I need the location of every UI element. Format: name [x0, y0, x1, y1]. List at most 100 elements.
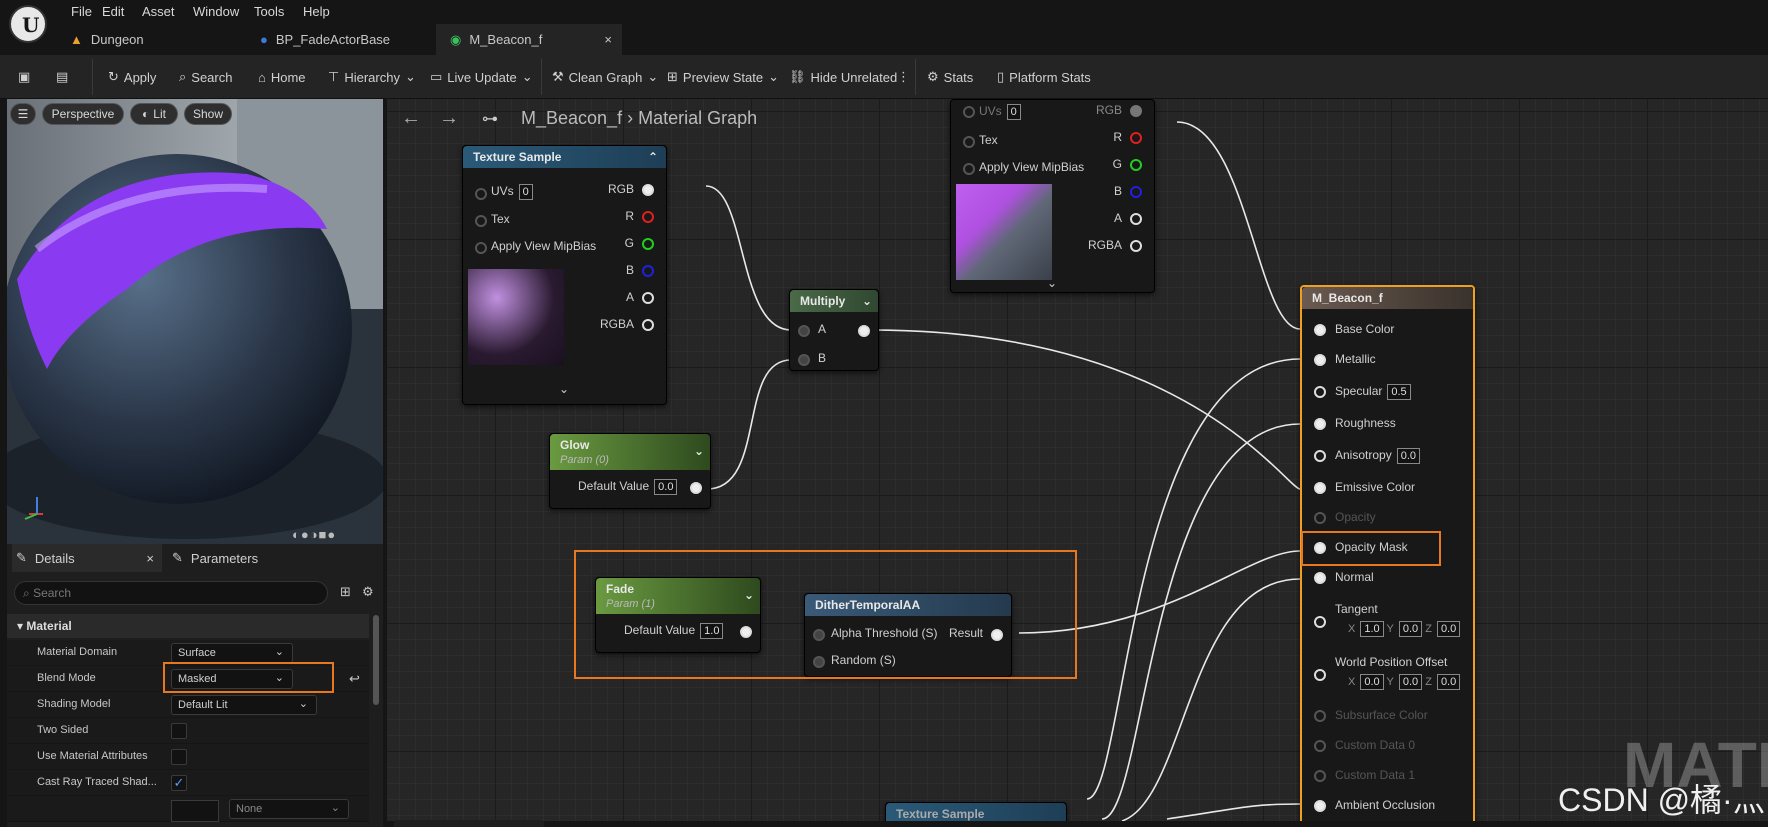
uvs-pin[interactable] [963, 106, 975, 118]
menu-file[interactable]: File [71, 4, 92, 19]
tab-m-beacon-f[interactable]: ◉ M_Beacon_f × [436, 24, 622, 55]
shading-model-dropdown[interactable]: Default Lit ⌄ [171, 695, 317, 715]
search-button[interactable]: ⌕ Search [179, 67, 232, 87]
reset-icon[interactable]: ↩ [349, 671, 360, 687]
uvs-value[interactable]: 0 [1006, 104, 1021, 120]
default-value-input[interactable]: 0.0 [654, 479, 678, 495]
glow-param-node[interactable]: Glow Param (0) ⌄ Default Value 0.0 [549, 433, 711, 509]
none-dropdown[interactable]: None ⌄ [229, 799, 349, 819]
material-output-node[interactable]: M_Beacon_f Base Color Metallic Specular 0… [1300, 285, 1475, 821]
viewport-menu-icon[interactable]: ☰ [10, 103, 36, 125]
opacity-pin[interactable] [1314, 512, 1326, 524]
subsurface-pin[interactable] [1314, 710, 1326, 722]
r-pin[interactable] [1130, 132, 1142, 144]
glow-output-pin[interactable] [690, 482, 702, 494]
tab-bp-fadeactorbase[interactable]: ● BP_FadeActorBase [246, 24, 436, 55]
custom-data-1-pin[interactable] [1314, 770, 1326, 782]
tangent-z-input[interactable]: 0.0 [1436, 621, 1461, 637]
hide-unrelated-button[interactable]: ⛓ Hide Unrelated [789, 67, 897, 87]
texture-sample-node[interactable]: Texture Sample ⌃ UVs 0 Tex Apply View MipB… [462, 145, 667, 405]
anisotropy-value[interactable]: 0.0 [1396, 448, 1420, 464]
emissive-color-pin[interactable] [1314, 482, 1326, 494]
anisotropy-pin[interactable] [1314, 450, 1326, 462]
custom-data-0-pin[interactable] [1314, 740, 1326, 752]
apply-button[interactable]: ↻ Apply [108, 67, 156, 87]
fade-param-node[interactable]: Fade Param (1) ⌄ Default Value 1.0 [595, 577, 761, 653]
uvs-value[interactable]: 0 [518, 184, 533, 200]
hierarchy-button[interactable]: ⊤ Hierarchy ⌄ [328, 67, 416, 87]
random-pin[interactable] [813, 656, 825, 668]
tab-parameters[interactable]: ✎ Parameters [172, 544, 258, 572]
material-preview-viewport[interactable] [7, 99, 383, 544]
opacity-mask-pin[interactable] [1314, 542, 1326, 554]
material-domain-dropdown[interactable]: Surface ⌄ [171, 643, 293, 663]
expand-chevron-icon[interactable]: ⌄ [1047, 276, 1057, 290]
wpo-x-input[interactable]: 0.0 [1360, 674, 1384, 690]
menu-asset[interactable]: Asset [142, 4, 175, 19]
mipbias-pin[interactable] [475, 242, 487, 254]
chevron-down-icon[interactable]: ⌄ [744, 588, 754, 602]
result-output-pin[interactable] [991, 629, 1003, 641]
home-button[interactable]: ⌂ Home [258, 67, 306, 87]
tab-details[interactable]: ✎ Details × [12, 544, 162, 572]
metallic-pin[interactable] [1314, 354, 1326, 366]
gear-icon[interactable]: ⚙ [362, 584, 374, 600]
save-icon[interactable]: ▣ [18, 67, 30, 87]
fade-output-pin[interactable] [740, 626, 752, 638]
bottom-panel-tab[interactable] [394, 820, 544, 827]
breadcrumb-root[interactable]: M_Beacon_f [521, 108, 622, 128]
tangent-pin[interactable] [1314, 616, 1326, 628]
preview-state-button[interactable]: ⊞ Preview State ⌄ [667, 67, 779, 87]
specular-pin[interactable] [1314, 386, 1326, 398]
close-tab-icon[interactable]: × [604, 32, 612, 47]
collapse-icon[interactable]: ⌃ [648, 150, 658, 164]
specular-value[interactable]: 0.5 [1387, 384, 1411, 400]
forward-arrow-icon[interactable]: → [439, 107, 459, 130]
table-view-icon[interactable]: ⊞ [340, 584, 351, 600]
tex-pin[interactable] [963, 136, 975, 148]
g-pin[interactable] [642, 238, 654, 250]
stats-button[interactable]: ⚙ Stats [927, 67, 973, 87]
ambient-occlusion-pin[interactable] [1314, 800, 1326, 812]
mipbias-pin[interactable] [963, 163, 975, 175]
preview-shape-icons[interactable]: ◐●◑■● [292, 527, 336, 542]
blend-mode-dropdown[interactable]: Masked ⌄ [171, 669, 293, 689]
wpo-pin[interactable] [1314, 669, 1326, 681]
tex-pin[interactable] [475, 215, 487, 227]
panel-scrollbar[interactable] [373, 615, 379, 705]
rgba-pin[interactable] [1130, 240, 1142, 252]
multiply-node[interactable]: Multiply ⌄ A B [789, 289, 879, 371]
texture-sample-node-2[interactable]: UVs 0 Tex Apply View MipBias RGB R G B A … [950, 99, 1155, 293]
close-icon[interactable]: × [146, 551, 154, 566]
base-color-pin[interactable] [1314, 324, 1326, 336]
normal-pin[interactable] [1314, 572, 1326, 584]
rgb-pin[interactable] [642, 184, 654, 196]
material-graph-canvas[interactable]: ← → ⊶ M_Beacon_f › Material Graph Textur… [387, 99, 1768, 821]
g-pin[interactable] [1130, 159, 1142, 171]
default-value-input[interactable]: 1.0 [700, 623, 724, 639]
tab-dungeon[interactable]: ▲ Dungeon [56, 24, 246, 55]
chevron-down-icon[interactable]: ⌄ [862, 294, 872, 308]
wpo-z-input[interactable]: 0.0 [1436, 674, 1461, 690]
a-input-pin[interactable] [798, 325, 810, 337]
menu-help[interactable]: Help [303, 4, 330, 19]
wpo-y-input[interactable]: 0.0 [1398, 674, 1423, 690]
b-pin[interactable] [642, 265, 654, 277]
clean-graph-button[interactable]: ⚒ Clean Graph ⌄ [552, 67, 658, 87]
roughness-pin[interactable] [1314, 418, 1326, 430]
b-pin[interactable] [1130, 186, 1142, 198]
cast-ray-traced-shadows-checkbox[interactable]: ✓ [171, 775, 187, 791]
multiply-output-pin[interactable] [858, 325, 870, 337]
platform-stats-button[interactable]: ▯ Platform Stats [997, 67, 1091, 87]
rgba-pin[interactable] [642, 319, 654, 331]
a-pin[interactable] [1130, 213, 1142, 225]
alpha-threshold-pin[interactable] [813, 629, 825, 641]
menu-window[interactable]: Window [193, 4, 239, 19]
lit-button[interactable]: ◐ Lit [130, 103, 178, 125]
back-arrow-icon[interactable]: ← [401, 107, 421, 130]
unreal-logo-icon[interactable]: U [9, 5, 47, 43]
texture-sample-node-3[interactable]: Texture Sample [885, 802, 1067, 821]
rgb-pin[interactable] [1130, 105, 1142, 117]
tangent-y-input[interactable]: 0.0 [1398, 621, 1423, 637]
menu-tools[interactable]: Tools [254, 4, 284, 19]
